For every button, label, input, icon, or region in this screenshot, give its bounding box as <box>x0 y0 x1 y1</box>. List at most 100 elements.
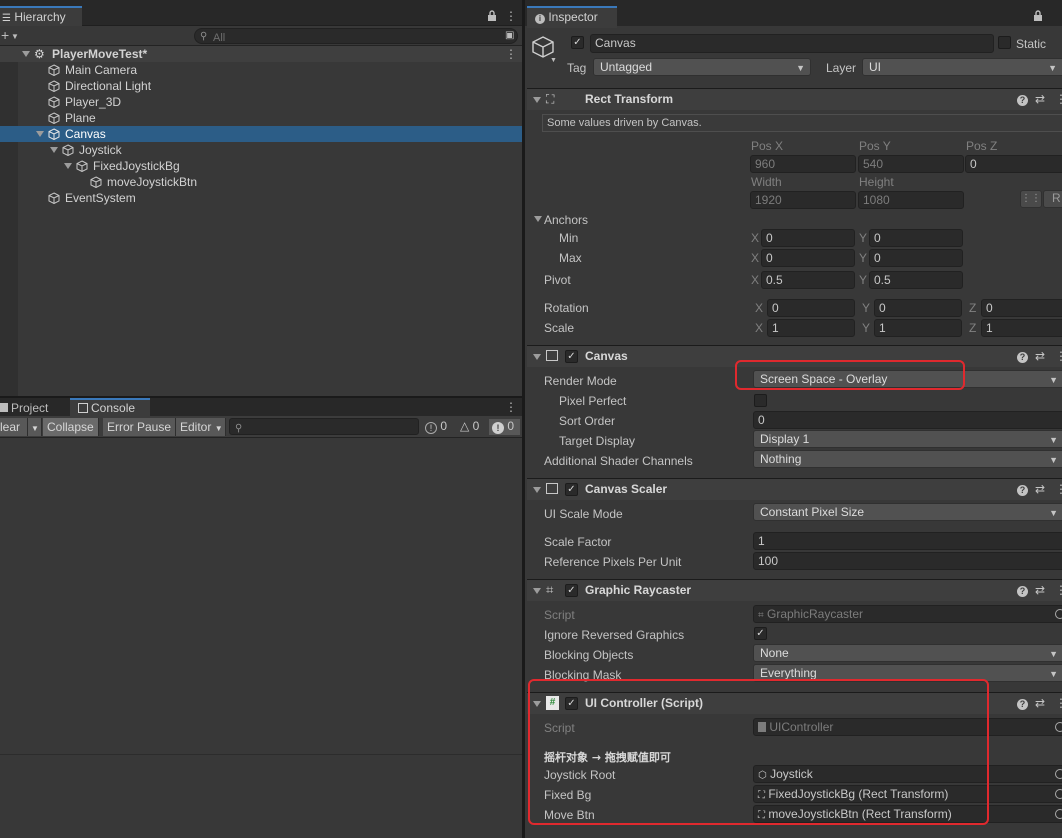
tab-project[interactable]: Project <box>0 398 56 416</box>
expand-arrow-icon[interactable] <box>36 131 44 137</box>
hierarchy-item-plane[interactable]: Plane <box>0 110 522 126</box>
search-input[interactable]: ⚲ All <box>194 28 518 44</box>
kebab-menu-icon[interactable]: ⋮ <box>504 9 518 23</box>
console-search-input[interactable]: ⚲ <box>229 418 419 435</box>
error-count-badge[interactable]: ! 0 <box>489 419 520 435</box>
anchor-max-x-field[interactable]: 0 <box>761 249 855 267</box>
hierarchy-item-main-camera[interactable]: Main Camera <box>0 62 522 78</box>
collapse-arrow-icon[interactable] <box>533 487 541 493</box>
editor-dropdown[interactable]: Editor ▼ <box>176 418 226 436</box>
target-display-dropdown[interactable]: Display 1 ▼ <box>753 430 1062 448</box>
layer-dropdown[interactable]: UI ▼ <box>862 58 1062 76</box>
inspector-lock-icon[interactable] <box>1033 10 1043 23</box>
pos-y-field[interactable]: 540 <box>858 155 964 173</box>
hierarchy-item-joystick[interactable]: Joystick <box>0 142 522 158</box>
ignore-reversed-checkbox[interactable]: ✓ <box>754 627 767 640</box>
collapse-arrow-icon[interactable] <box>533 701 541 707</box>
raycaster-script-field[interactable]: ⌗ GraphicRaycaster <box>753 605 1062 623</box>
pixel-perfect-checkbox[interactable] <box>754 394 767 407</box>
canvas-scaler-header[interactable]: ✓ Canvas Scaler ? ⇄ ⋮ <box>527 478 1062 500</box>
move-btn-field[interactable]: ⛶ moveJoystickBtn (Rect Transform) <box>753 805 1062 823</box>
component-kebab-icon[interactable]: ⋮ <box>1055 482 1062 496</box>
blocking-mask-dropdown[interactable]: Everything ▼ <box>753 664 1062 682</box>
tab-hierarchy[interactable]: ☰ Hierarchy <box>0 6 82 28</box>
tab-console[interactable]: Console <box>70 398 150 416</box>
console-kebab-icon[interactable]: ⋮ <box>504 400 518 414</box>
rect-transform-header[interactable]: ⛶ Rect Transform ? ⇄ ⋮ <box>527 88 1062 110</box>
component-kebab-icon[interactable]: ⋮ <box>1055 696 1062 710</box>
expand-arrow-icon[interactable] <box>64 163 72 169</box>
blocking-objects-dropdown[interactable]: None ▼ <box>753 644 1062 662</box>
scale-factor-field[interactable]: 1 <box>753 532 1062 550</box>
help-icon[interactable]: ? <box>1017 352 1028 363</box>
scale-x-field[interactable]: 1 <box>767 319 855 337</box>
chevron-down-icon[interactable]: ▼ <box>11 31 19 43</box>
component-kebab-icon[interactable]: ⋮ <box>1055 349 1062 363</box>
object-picker-icon[interactable] <box>1055 769 1062 779</box>
clear-button[interactable]: lear <box>0 418 28 436</box>
presets-icon[interactable]: ⇄ <box>1035 482 1045 496</box>
component-kebab-icon[interactable]: ⋮ <box>1055 583 1062 597</box>
ui-scale-mode-dropdown[interactable]: Constant Pixel Size ▼ <box>753 503 1062 521</box>
canvas-component-header[interactable]: ✓ Canvas ? ⇄ ⋮ <box>527 345 1062 367</box>
render-mode-dropdown[interactable]: Screen Space - Overlay ▼ <box>753 370 1062 388</box>
raw-edit-button[interactable]: R <box>1043 190 1062 208</box>
graphic-raycaster-header[interactable]: ⌗ ✓ Graphic Raycaster ? ⇄ ⋮ <box>527 579 1062 601</box>
object-picker-icon[interactable] <box>1055 789 1062 799</box>
width-field[interactable]: 1920 <box>750 191 856 209</box>
object-picker-icon[interactable] <box>1055 809 1062 819</box>
hierarchy-item-fixed-joystick-bg[interactable]: FixedJoystickBg <box>0 158 522 174</box>
object-picker-icon[interactable] <box>1055 609 1062 619</box>
rotation-x-field[interactable]: 0 <box>767 299 855 317</box>
ui-controller-enabled-checkbox[interactable]: ✓ <box>565 697 578 710</box>
hierarchy-item-move-joystick-btn[interactable]: moveJoystickBtn <box>0 174 522 190</box>
presets-icon[interactable]: ⇄ <box>1035 696 1045 710</box>
search-filter-icon[interactable]: ▣ <box>505 30 514 42</box>
object-name-input[interactable]: Canvas <box>590 34 994 53</box>
scale-z-field[interactable]: 1 <box>981 319 1062 337</box>
blueprint-mode-button[interactable]: ⋮⋮ <box>1020 190 1042 208</box>
tag-dropdown[interactable]: Untagged ▼ <box>593 58 811 76</box>
clear-options-dropdown[interactable]: ▼ <box>28 418 42 436</box>
anchor-min-y-field[interactable]: 0 <box>869 229 963 247</box>
component-kebab-icon[interactable]: ⋮ <box>1055 92 1062 106</box>
hierarchy-item-player-3d[interactable]: Player_3D <box>0 94 522 110</box>
pos-z-field[interactable]: 0 <box>965 155 1062 173</box>
graphic-raycaster-enabled-checkbox[interactable]: ✓ <box>565 584 578 597</box>
collapse-toggle[interactable]: Collapse <box>43 418 99 436</box>
help-icon[interactable]: ? <box>1017 95 1028 106</box>
tab-inspector[interactable]: i Inspector <box>527 6 617 28</box>
rotation-z-field[interactable]: 0 <box>981 299 1062 317</box>
fixed-bg-field[interactable]: ⛶ FixedJoystickBg (Rect Transform) <box>753 785 1062 803</box>
hierarchy-item-event-system[interactable]: EventSystem <box>0 190 522 206</box>
add-plus-icon[interactable]: + <box>1 28 9 42</box>
shader-channels-dropdown[interactable]: Nothing ▼ <box>753 450 1062 468</box>
hierarchy-item-directional-light[interactable]: Directional Light <box>0 78 522 94</box>
rotation-y-field[interactable]: 0 <box>874 299 962 317</box>
collapse-arrow-icon[interactable] <box>533 97 541 103</box>
ui-controller-header[interactable]: # ✓ UI Controller (Script) ? ⇄ ⋮ <box>527 692 1062 714</box>
expand-arrow-icon[interactable] <box>22 51 30 57</box>
lock-icon[interactable] <box>487 10 497 23</box>
pivot-y-field[interactable]: 0.5 <box>869 271 963 289</box>
icon-dropdown-arrow-icon[interactable]: ▼ <box>550 55 557 67</box>
reference-pixels-field[interactable]: 100 <box>753 552 1062 570</box>
anchor-min-x-field[interactable]: 0 <box>761 229 855 247</box>
object-picker-icon[interactable] <box>1055 722 1062 732</box>
scene-row[interactable]: ⚙ PlayerMoveTest* ⋮ <box>0 46 522 62</box>
collapse-arrow-icon[interactable] <box>533 354 541 360</box>
help-icon[interactable]: ? <box>1017 586 1028 597</box>
joystick-root-field[interactable]: ⬡ Joystick <box>753 765 1062 783</box>
height-field[interactable]: 1080 <box>858 191 964 209</box>
help-icon[interactable]: ? <box>1017 699 1028 710</box>
info-count-badge[interactable]: ! 0 <box>425 419 447 435</box>
expand-arrow-icon[interactable] <box>50 147 58 153</box>
presets-icon[interactable]: ⇄ <box>1035 583 1045 597</box>
help-icon[interactable]: ? <box>1017 485 1028 496</box>
anchors-expand-arrow-icon[interactable] <box>534 216 542 222</box>
presets-icon[interactable]: ⇄ <box>1035 349 1045 363</box>
warning-count-badge[interactable]: △ 0 <box>460 419 479 435</box>
sort-order-field[interactable]: 0 <box>753 411 1062 429</box>
error-pause-toggle[interactable]: Error Pause <box>103 418 177 436</box>
ui-controller-script-field[interactable]: UIController <box>753 718 1062 736</box>
